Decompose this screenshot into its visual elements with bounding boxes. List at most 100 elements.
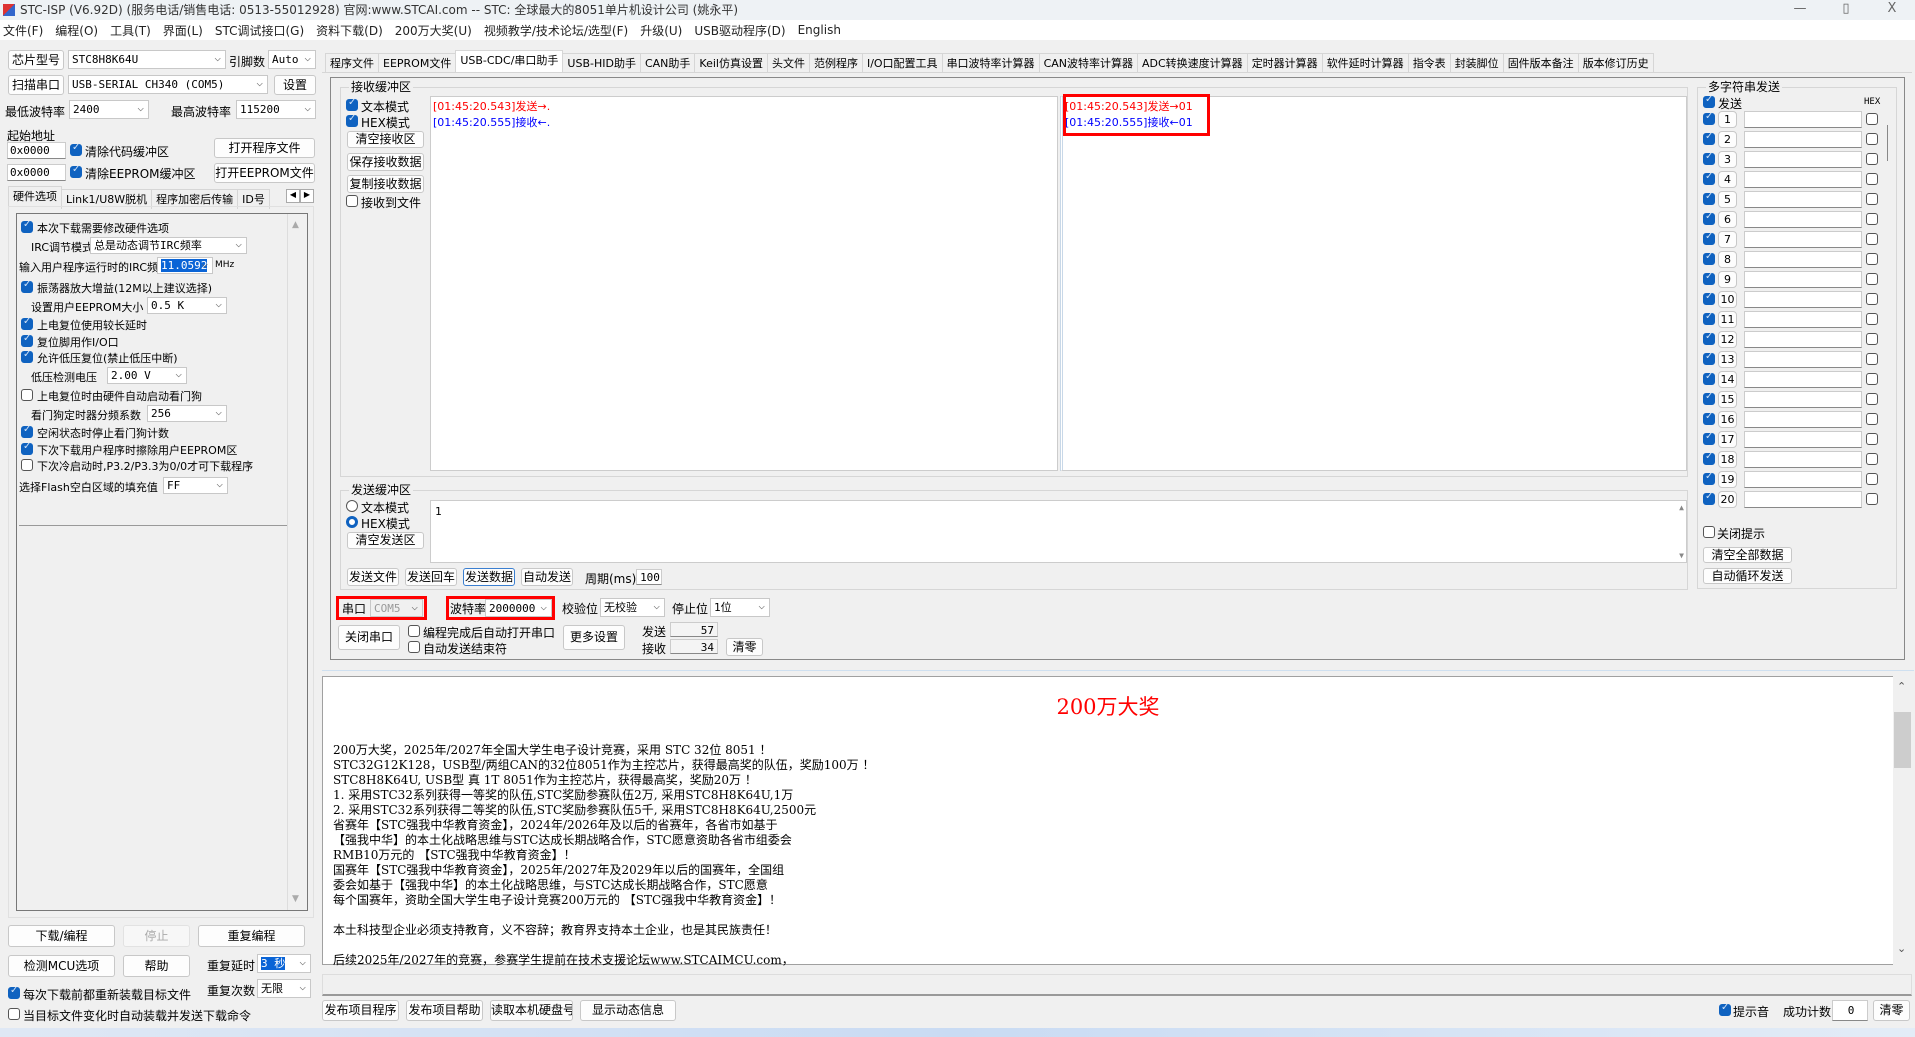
tab-12[interactable]: 定时器计算器	[1246, 53, 1323, 73]
multi-row-checkbox[interactable]	[1703, 431, 1715, 445]
open-eeprom-file-button[interactable]: 打开EEPROM文件	[214, 163, 315, 183]
help-button[interactable]: 帮助	[123, 955, 190, 977]
multi-row-send-button[interactable]: 7	[1718, 231, 1737, 248]
port-select[interactable]: USB-SERIAL CH340 (COM5)	[68, 75, 268, 94]
tab-8[interactable]: I/O口配置工具	[861, 53, 943, 73]
clear-code-checkbox[interactable]	[70, 142, 82, 156]
min-baud-select[interactable]: 2400	[69, 100, 149, 119]
multi-row-input[interactable]	[1744, 151, 1862, 168]
minimize-button[interactable]: —	[1780, 0, 1820, 20]
multi-row-send-button[interactable]: 18	[1718, 451, 1737, 468]
tab-4[interactable]: CAN助手	[639, 53, 696, 73]
chip-model-select[interactable]: STC8H8K64U	[68, 50, 226, 69]
multi-row-input[interactable]	[1744, 171, 1862, 188]
clear-send-button[interactable]: 清空发送区	[347, 532, 424, 549]
multi-row-checkbox[interactable]	[1703, 451, 1715, 465]
multi-row-send-button[interactable]: 15	[1718, 391, 1737, 408]
menu-item[interactable]: English	[798, 23, 841, 37]
multi-row-send-button[interactable]: 8	[1718, 251, 1737, 268]
multi-row-input[interactable]	[1744, 271, 1862, 288]
tab-16[interactable]: 固件版本备注	[1502, 53, 1579, 73]
menu-item[interactable]: 编程(O)	[55, 22, 98, 39]
multi-row-hex-checkbox[interactable]	[1866, 273, 1878, 285]
multi-row-input[interactable]	[1744, 191, 1862, 208]
detect-mcu-button[interactable]: 检测MCU选项	[8, 955, 115, 977]
multi-row-hex-checkbox[interactable]	[1866, 333, 1878, 345]
multi-row-input[interactable]	[1744, 451, 1862, 468]
multi-row-hex-checkbox[interactable]	[1866, 133, 1878, 145]
tab-17[interactable]: 版本修订历史	[1577, 53, 1654, 73]
multi-row-hex-checkbox[interactable]	[1866, 153, 1878, 165]
send-file-button[interactable]: 发送文件	[347, 568, 399, 586]
scroll-down-icon[interactable]: ⌄	[1897, 942, 1906, 955]
multi-row-send-button[interactable]: 5	[1718, 191, 1737, 208]
multi-row-send-button[interactable]: 9	[1718, 271, 1737, 288]
serial-port-select[interactable]: COM5	[370, 599, 423, 617]
multi-row-hex-checkbox[interactable]	[1866, 233, 1878, 245]
menu-item[interactable]: 升级(U)	[640, 22, 682, 39]
menu-item[interactable]: 界面(L)	[163, 22, 203, 39]
option-select[interactable]: 11.0592	[157, 257, 213, 274]
multi-row-input[interactable]	[1744, 471, 1862, 488]
multi-row-checkbox[interactable]	[1703, 231, 1715, 245]
read-disk-id-button[interactable]: 读取本机硬盘号	[490, 1000, 573, 1021]
more-settings-button[interactable]: 更多设置	[563, 625, 625, 650]
multi-row-checkbox[interactable]	[1703, 131, 1715, 145]
scan-port-button[interactable]: 扫描串口	[8, 75, 64, 95]
option-select[interactable]: 0.5 K	[147, 297, 227, 314]
multi-row-checkbox[interactable]	[1703, 291, 1715, 305]
multi-row-input[interactable]	[1744, 331, 1862, 348]
option-checkbox[interactable]	[21, 349, 33, 363]
multi-row-checkbox[interactable]	[1703, 191, 1715, 205]
multi-row-hex-checkbox[interactable]	[1866, 113, 1878, 125]
tab-15[interactable]: 封装脚位	[1449, 53, 1504, 73]
multi-row-checkbox[interactable]	[1703, 491, 1715, 505]
multi-row-input[interactable]	[1744, 111, 1862, 128]
multi-row-send-button[interactable]: 17	[1718, 431, 1737, 448]
clear-all-data-button[interactable]: 清空全部数据	[1703, 547, 1792, 563]
multi-send-all-checkbox[interactable]	[1703, 94, 1715, 108]
period-input[interactable]: 100	[636, 569, 662, 585]
menu-item[interactable]: 200万大奖(U)	[395, 22, 472, 39]
option-checkbox[interactable]	[21, 441, 33, 455]
publish-help-button[interactable]: 发布项目帮助	[406, 1000, 483, 1021]
multi-row-input[interactable]	[1744, 411, 1862, 428]
scroll-down-icon[interactable]: ▼	[292, 894, 299, 904]
multi-row-input[interactable]	[1744, 291, 1862, 308]
multi-row-hex-checkbox[interactable]	[1866, 293, 1878, 305]
tab-14[interactable]: 指令表	[1407, 53, 1451, 73]
tab-13[interactable]: 软件延时计算器	[1321, 53, 1409, 73]
multi-row-send-button[interactable]: 2	[1718, 131, 1737, 148]
multi-row-hex-checkbox[interactable]	[1866, 193, 1878, 205]
send-hex-mode-radio[interactable]	[346, 516, 358, 528]
chip-model-button[interactable]: 芯片型号	[8, 50, 64, 70]
receive-text-mode-checkbox[interactable]	[346, 97, 358, 111]
tab-11[interactable]: ADC转换速度计算器	[1137, 53, 1248, 73]
multi-row-send-button[interactable]: 13	[1718, 351, 1737, 368]
multi-row-checkbox[interactable]	[1703, 311, 1715, 325]
scroll-thumb[interactable]	[1894, 712, 1911, 768]
close-port-button[interactable]: 关闭串口	[338, 625, 400, 650]
multi-scrollbar[interactable]	[1887, 125, 1888, 161]
max-baud-select[interactable]: 115200	[236, 100, 316, 119]
multi-row-hex-checkbox[interactable]	[1866, 373, 1878, 385]
close-button[interactable]: X	[1872, 0, 1912, 20]
menu-item[interactable]: 工具(T)	[110, 22, 151, 39]
multi-row-hex-checkbox[interactable]	[1866, 213, 1878, 225]
menu-item[interactable]: 视频教学/技术论坛/选型(F)	[484, 22, 628, 39]
info-text-area[interactable]: 200万大奖 200万大奖，2025年/2027年全国大学生电子设计竞赛，采用 …	[322, 676, 1894, 967]
maximize-button[interactable]: ▯	[1826, 0, 1866, 20]
repeat-delay-select[interactable]: 3 秒	[257, 954, 311, 973]
tab-7[interactable]: 范例程序	[808, 53, 863, 73]
multi-row-input[interactable]	[1744, 431, 1862, 448]
multi-row-input[interactable]	[1744, 131, 1862, 148]
multi-row-checkbox[interactable]	[1703, 351, 1715, 365]
parity-select[interactable]: 无校验	[600, 598, 665, 617]
port-settings-button[interactable]: 设置	[274, 75, 316, 95]
multi-row-input[interactable]	[1744, 211, 1862, 228]
clear-receive-button[interactable]: 清空接收区	[347, 131, 424, 148]
tab-5[interactable]: Keil仿真设置	[694, 53, 768, 73]
multi-row-send-button[interactable]: 4	[1718, 171, 1737, 188]
menu-item[interactable]: 资料下载(D)	[316, 22, 383, 39]
option-checkbox[interactable]	[21, 459, 33, 471]
